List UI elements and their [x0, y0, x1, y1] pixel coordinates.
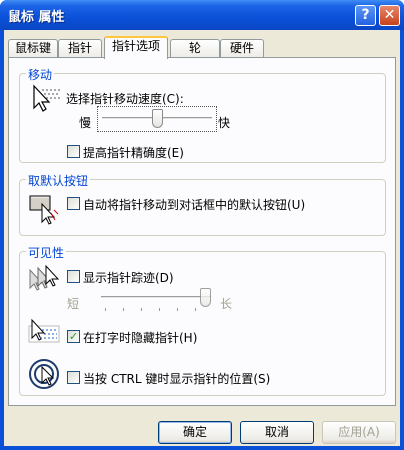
close-button[interactable]: ✕ [379, 5, 400, 26]
snap-to-label[interactable]: 自动将指针移动到对话框中的默认按钮(U) [83, 196, 305, 213]
trail-length-slider [97, 286, 217, 312]
tab-wheel[interactable]: 轮 [170, 39, 220, 58]
dialog-client: 鼠标键 指针 指针选项 轮 硬件 移动 选择指针移动速度(C): 慢 快 提高指… [4, 30, 400, 446]
snap-to-group: 取默认按钮 自动将指针移动到对话框中的默认按钮(U) [19, 172, 386, 236]
slow-label: 慢 [79, 116, 92, 130]
ok-button[interactable]: 确定 [158, 421, 232, 444]
title-bar[interactable]: 鼠标 属性 ? ✕ [0, 0, 404, 30]
mouse-properties-window: 鼠标 属性 ? ✕ 鼠标键 指针 指针选项 轮 硬件 移动 选择指针移动速度(C… [0, 0, 404, 450]
motion-group: 移动 选择指针移动速度(C): 慢 快 提高指针精确度(E) [19, 66, 386, 163]
speed-label: 选择指针移动速度(C): [66, 92, 184, 106]
tab-buttons[interactable]: 鼠标键 [8, 39, 58, 58]
trail-slider-thumb [200, 288, 211, 307]
tab-hardware[interactable]: 硬件 [220, 39, 264, 58]
trails-label[interactable]: 显示指针踪迹(D) [83, 269, 174, 286]
motion-group-label: 移动 [26, 66, 55, 83]
trails-checkbox[interactable] [67, 270, 80, 283]
tab-pointers[interactable]: 指针 [58, 39, 102, 58]
short-label: 短 [67, 297, 80, 311]
long-label: 长 [220, 297, 233, 311]
cancel-button[interactable]: 取消 [240, 421, 314, 444]
trail-slider-track [101, 296, 211, 299]
speed-slider-thumb[interactable] [151, 109, 163, 128]
snap-to-checkbox[interactable] [67, 197, 80, 210]
ctrl-locate-checkbox[interactable] [67, 371, 80, 384]
speed-slider[interactable] [97, 106, 217, 132]
hide-pointer-icon [28, 318, 60, 343]
pointer-options-panel: 移动 选择指针移动速度(C): 慢 快 提高指针精确度(E) 取默认按钮 自动将… [8, 57, 396, 406]
help-button[interactable]: ? [355, 5, 376, 26]
visibility-group-label: 可见性 [26, 244, 67, 261]
window-title: 鼠标 属性 [8, 10, 65, 25]
trail-slider-ticks [101, 308, 211, 311]
visibility-group: 可见性 显示指针踪迹(D) 短 长 ✓ 在打字时隐藏指针(H) 当按 CTRL … [19, 244, 386, 396]
pointer-speed-icon [33, 84, 60, 112]
hide-while-typing-label[interactable]: 在打字时隐藏指针(H) [83, 329, 197, 346]
apply-button[interactable]: 应用(A) [322, 421, 396, 444]
hide-while-typing-checkbox[interactable]: ✓ [67, 330, 80, 343]
tab-pointer-options[interactable]: 指针选项 [104, 36, 168, 59]
pointer-trails-icon [29, 264, 60, 291]
ctrl-locate-label[interactable]: 当按 CTRL 键时显示指针的位置(S) [83, 370, 270, 387]
precision-checkbox[interactable] [67, 145, 80, 158]
snap-to-button-icon [29, 195, 59, 225]
precision-label[interactable]: 提高指针精确度(E) [83, 144, 184, 161]
snap-to-group-label: 取默认按钮 [26, 172, 91, 189]
ctrl-locate-icon [29, 359, 59, 389]
fast-label: 快 [218, 116, 231, 130]
